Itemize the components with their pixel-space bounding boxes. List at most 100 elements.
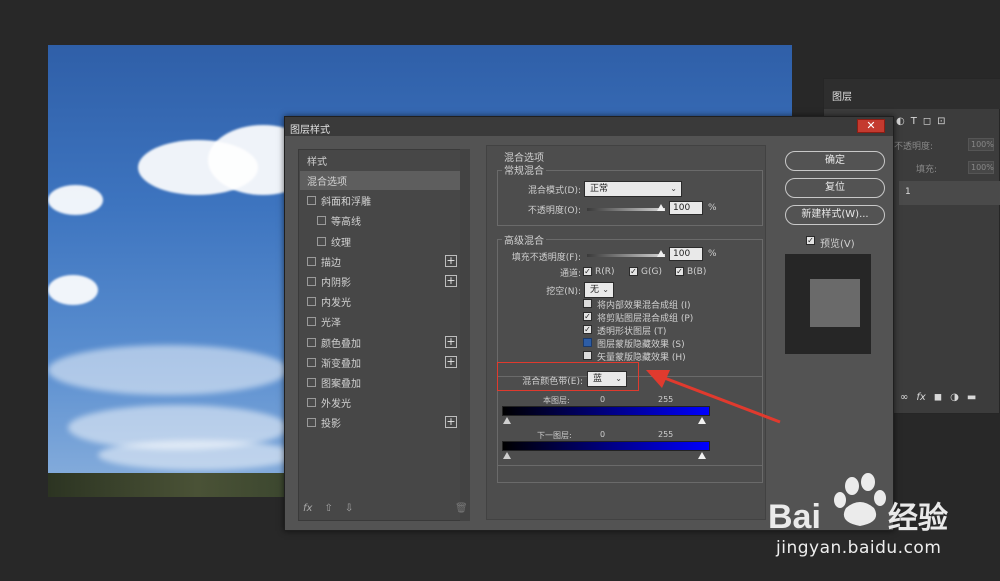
link-icon[interactable]: ∞ [900, 392, 908, 403]
blend-mode-label: 混合模式(D): [528, 186, 581, 196]
opacity-slider[interactable] [587, 208, 665, 211]
style-item[interactable]: 混合选项 [300, 171, 463, 190]
style-item-checkbox[interactable] [307, 297, 316, 307]
opacity-label: 不透明度(O): [527, 206, 581, 216]
adjustment-icon[interactable]: ◑ [950, 392, 959, 403]
style-item[interactable]: 描边 + [300, 252, 463, 271]
layers-tab[interactable]: 图层 [824, 79, 1000, 109]
style-item[interactable]: 投影 + [300, 413, 463, 432]
general-blending-title: 常规混合 [502, 162, 546, 177]
advanced-option-label: 透明形状图层 (T) [597, 327, 667, 337]
style-item[interactable]: 内阴影 + [300, 272, 463, 291]
reset-button[interactable]: 复位 [785, 178, 885, 198]
move-down-icon[interactable]: ⇩ [345, 503, 353, 514]
advanced-option-checkbox[interactable] [583, 299, 592, 308]
style-preview [785, 254, 871, 354]
filter-shape-icon[interactable]: ◻ [923, 116, 931, 127]
layer-style-dialog: 图层样式 ✕ 样式 混合选项 斜面和浮雕 等高线 纹理 描边 + 内阴影 + 内发光 光泽 颜色叠加… [284, 116, 894, 531]
style-item-label: 等高线 [331, 217, 361, 229]
filter-pixel-icon[interactable]: ◐ [896, 116, 905, 127]
style-item[interactable]: 纹理 [300, 232, 463, 251]
svg-text:经验: 经验 [888, 501, 948, 536]
channel-g-checkbox[interactable]: ✓ [629, 267, 638, 276]
style-list-header: 样式 [307, 157, 327, 168]
fx-icon[interactable]: fx [916, 392, 925, 403]
opacity-slider-thumb[interactable] [657, 204, 665, 211]
style-item-checkbox[interactable] [307, 256, 316, 266]
add-effect-icon[interactable]: + [445, 254, 457, 267]
fill-opacity-input[interactable]: 100 [669, 247, 703, 261]
list-scrollbar[interactable] [460, 149, 470, 521]
ok-button[interactable]: 确定 [785, 151, 885, 171]
underlying-layer-black-slider[interactable] [503, 452, 511, 459]
style-item[interactable]: 外发光 [300, 393, 463, 412]
filter-type-icon[interactable]: T [911, 116, 917, 127]
advanced-option-checkbox[interactable] [583, 338, 592, 347]
fill-opacity-pct: % [708, 249, 717, 259]
style-item[interactable]: 图案叠加 [300, 373, 463, 392]
dialog-titlebar[interactable]: 图层样式 ✕ [285, 117, 893, 136]
opacity-input[interactable]: 100 [669, 201, 703, 215]
filter-smart-icon[interactable]: ⊡ [937, 116, 945, 127]
style-item[interactable]: 渐变叠加 + [300, 353, 463, 372]
advanced-option-checkbox[interactable]: ✓ [583, 325, 592, 334]
preview-label: 预览(V) [820, 239, 855, 250]
add-effect-icon[interactable]: + [445, 355, 457, 368]
knockout-select[interactable]: 无 ⌄ [584, 282, 614, 298]
style-list-footer: fx ⇧ ⇩ [303, 503, 353, 514]
style-item-label: 混合选项 [307, 177, 347, 188]
fill-opacity-slider[interactable] [587, 254, 665, 257]
fill-field[interactable]: 100% [968, 161, 994, 174]
style-item[interactable]: 颜色叠加 + [300, 333, 463, 352]
annotation-arrow-icon [646, 370, 781, 424]
move-up-icon[interactable]: ⇧ [324, 503, 332, 514]
layer-row[interactable]: 1 [899, 181, 1000, 205]
underlying-layer-white-slider[interactable] [698, 452, 706, 459]
underlying-layer-min: 0 [600, 430, 606, 439]
underlying-layer-label: 下一图层: [537, 431, 572, 440]
style-item[interactable]: 斜面和浮雕 [300, 191, 463, 210]
style-item-checkbox[interactable] [307, 398, 316, 408]
blend-mode-select[interactable]: 正常 ⌄ [584, 181, 682, 197]
style-item-label: 斜面和浮雕 [321, 197, 371, 209]
this-layer-black-slider[interactable] [503, 417, 511, 424]
style-item-checkbox[interactable] [307, 317, 316, 327]
style-item-checkbox[interactable] [307, 378, 316, 387]
style-item-checkbox[interactable] [307, 357, 316, 367]
folder-icon[interactable]: ▬ [967, 392, 976, 403]
channel-r-label: R(R) [595, 267, 615, 277]
fx-menu-icon[interactable]: fx [303, 503, 312, 514]
trash-icon[interactable]: 🗑 [455, 503, 468, 514]
style-item-checkbox[interactable] [307, 418, 316, 428]
chevron-down-icon: ⌄ [670, 184, 677, 193]
fill-opacity-slider-thumb[interactable] [657, 250, 665, 257]
advanced-option-checkbox[interactable] [583, 351, 592, 360]
channel-r-checkbox[interactable]: ✓ [583, 267, 592, 276]
style-item[interactable]: 光泽 [300, 312, 463, 331]
style-item-label: 内发光 [321, 298, 351, 310]
preview-checkbox[interactable]: ✓ [806, 236, 815, 245]
style-item-checkbox[interactable] [307, 277, 316, 286]
opacity-field[interactable]: 100% [968, 138, 994, 151]
layers-bottom-bar: ∞ fx ◼ ◑ ▬ [900, 392, 976, 403]
add-effect-icon[interactable]: + [445, 335, 457, 348]
new-style-button[interactable]: 新建样式(W)... [785, 205, 885, 225]
mask-icon[interactable]: ◼ [934, 392, 942, 403]
channel-b-checkbox[interactable]: ✓ [675, 267, 684, 276]
style-item-checkbox[interactable] [307, 196, 316, 206]
close-button[interactable]: ✕ [857, 119, 885, 133]
style-item-checkbox[interactable] [307, 337, 316, 347]
advanced-option-checkbox[interactable]: ✓ [583, 312, 592, 321]
style-item-checkbox[interactable] [317, 236, 326, 246]
style-item-checkbox[interactable] [317, 216, 326, 226]
style-item-label: 纹理 [331, 237, 351, 249]
add-effect-icon[interactable]: + [445, 416, 457, 429]
style-item[interactable]: 等高线 [300, 211, 463, 230]
svg-text:Bai: Bai [768, 498, 821, 536]
style-item-label: 描边 [321, 257, 341, 269]
blend-options-panel: 混合选项 常规混合 混合模式(D): 正常 ⌄ 不透明度(O): 100 % 高级… [486, 145, 766, 520]
style-item-label: 外发光 [321, 399, 351, 411]
style-item[interactable]: 内发光 [300, 292, 463, 311]
add-effect-icon[interactable]: + [445, 275, 457, 287]
opacity-label: 不透明度: [894, 142, 934, 152]
